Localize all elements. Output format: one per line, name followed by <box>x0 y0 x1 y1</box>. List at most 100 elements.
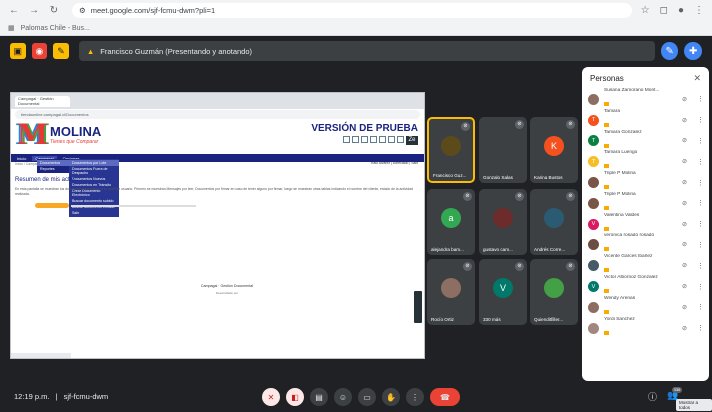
mic-muted-icon[interactable]: ⊘ <box>682 158 692 165</box>
person-info: Tamara Luengo <box>604 150 677 173</box>
hand-badge-icon <box>604 164 609 169</box>
site-info-icon[interactable]: ⚙ <box>79 6 86 15</box>
more-options-icon[interactable]: ⋮ <box>697 303 704 311</box>
submenu-item[interactable]: Documentos Fuera de Despacho <box>69 166 119 176</box>
mic-muted-icon[interactable]: ⊘ <box>682 179 692 186</box>
mic-muted-icon[interactable]: ⊘ <box>682 325 692 332</box>
yellow-action-button[interactable] <box>35 203 69 208</box>
forward-icon[interactable]: → <box>28 4 40 16</box>
dropdown-reportes[interactable]: Reportes <box>37 166 69 172</box>
more-options-icon[interactable]: ⋮ <box>697 262 704 270</box>
mic-muted-icon[interactable]: ⊘ <box>682 200 692 207</box>
person-name: veronica rosado rosado <box>604 233 655 239</box>
mic-off-icon[interactable]: ✕ <box>262 388 280 406</box>
more-options-icon[interactable]: ⋮ <box>697 283 704 291</box>
back-icon[interactable]: ← <box>8 4 20 16</box>
record-icon[interactable]: ◉ <box>31 43 48 59</box>
side-tools-widget[interactable] <box>414 291 422 323</box>
captions-icon[interactable]: ▤ <box>310 388 328 406</box>
person-row[interactable]: Yordi Sanchez ⊘ ⋮ <box>582 317 709 340</box>
person-info: Yordi Sanchez <box>604 317 677 340</box>
participant-tile[interactable]: ⊘ Andrés Corre... <box>530 189 578 255</box>
more-options-icon[interactable]: ⋮ <box>697 116 704 124</box>
doc-icon[interactable] <box>361 136 368 143</box>
present-icon[interactable]: ▭ <box>358 388 376 406</box>
bookmark-star-icon[interactable]: ☆ <box>641 5 650 16</box>
doc-icon[interactable] <box>397 136 404 143</box>
menu-inicio[interactable]: Inicio <box>17 156 26 161</box>
more-options-icon[interactable]: ⋮ <box>697 199 704 207</box>
muted-mic-icon: ⊘ <box>566 120 575 129</box>
pen-tool-icon[interactable]: ✎ <box>660 42 679 60</box>
shared-browser-tabs: Campagal · Gestión Documental <box>11 93 424 109</box>
doc-icon[interactable] <box>370 136 377 143</box>
person-row[interactable]: V Valentina Valdes ⊘ ⋮ <box>582 213 709 235</box>
mic-muted-icon[interactable]: ⊘ <box>682 262 692 269</box>
participant-tile[interactable]: ⊘ Francisco Guz... <box>427 117 475 183</box>
person-row[interactable]: T Tamara ⊘ ⋮ <box>582 109 709 131</box>
more-options-icon[interactable]: ⋮ <box>697 95 704 103</box>
participant-tile[interactable]: ⊘ Quienditfiller... <box>530 259 578 325</box>
participant-tile[interactable]: V ⊘ 330 más <box>479 259 527 325</box>
participant-tile[interactable]: K ⊘ Karina Bustos <box>530 117 578 183</box>
doc-icon[interactable] <box>388 136 395 143</box>
raise-hand-icon[interactable]: ✋ <box>382 388 400 406</box>
add-icon[interactable]: ✚ <box>684 42 702 60</box>
person-row[interactable]: Wendy Arenas ⊘ ⋮ <box>582 296 709 318</box>
mic-muted-icon[interactable]: ⊘ <box>682 221 692 228</box>
bookmark-palomas[interactable]: Palomas Chile - Bus... <box>21 25 90 32</box>
ze-badge[interactable]: Ze <box>406 136 418 145</box>
participant-tile[interactable]: a ⊘ alejandra bam... <box>427 189 475 255</box>
doc-icon[interactable] <box>352 136 359 143</box>
person-row[interactable]: Triple P Molina ⊘ ⋮ <box>582 192 709 214</box>
extensions-icon[interactable]: ◻ <box>660 5 668 16</box>
submenu-item[interactable]: Salir <box>69 210 119 216</box>
more-options-icon[interactable]: ⋮ <box>697 137 704 145</box>
emoji-icon[interactable]: ☺ <box>334 388 352 406</box>
mic-muted-icon[interactable]: ⊘ <box>682 304 692 311</box>
apps-icon[interactable]: ▦ <box>8 24 15 32</box>
more-options-icon[interactable]: ⋮ <box>697 158 704 166</box>
person-row[interactable]: V Victor Albornoz Gonzalez ⊘ ⋮ <box>582 275 709 297</box>
person-avatar: V <box>588 218 599 230</box>
person-avatar <box>588 322 599 334</box>
participant-tile[interactable]: ⊘ Gonzalo Salas <box>479 117 527 183</box>
person-row[interactable]: T Tamara Gonzalez ⊘ ⋮ <box>582 130 709 152</box>
more-options-icon[interactable]: ⋮ <box>697 324 704 332</box>
person-row[interactable]: Susana Zamorano Mont... ⊘ ⋮ <box>582 88 709 110</box>
address-bar[interactable]: ⚙ meet.google.com/sjf-fcmu-dwm?pli=1 <box>72 2 632 18</box>
participant-tile[interactable]: ⊘ gustavo cam... <box>479 189 527 255</box>
mic-muted-icon[interactable]: ⊘ <box>682 241 692 248</box>
person-avatar: T <box>588 156 599 168</box>
leave-call-icon[interactable]: ☎ <box>430 388 460 406</box>
more-options-icon[interactable]: ⋮ <box>406 388 424 406</box>
person-row[interactable]: Triple P Molina ⊘ ⋮ <box>582 171 709 193</box>
mic-muted-icon[interactable]: ⊘ <box>682 283 692 290</box>
doc-icon[interactable] <box>343 136 350 143</box>
doc-icon[interactable] <box>379 136 386 143</box>
footer-subtitle: Desarrollado por <box>215 291 239 295</box>
more-options-icon[interactable]: ⋮ <box>697 220 704 228</box>
annotate-icon[interactable]: ✎ <box>53 43 69 59</box>
menu-icon[interactable]: ⋮ <box>694 5 704 16</box>
participant-tile[interactable]: ⊘ Rocío Ortiz <box>427 259 475 325</box>
more-options-icon[interactable]: ⋮ <box>697 179 704 187</box>
mic-muted-icon[interactable]: ⊘ <box>682 137 692 144</box>
participant-name: Gonzalo Salas <box>483 175 513 180</box>
person-row[interactable]: Vicente Garces Ibañez ⊘ ⋮ <box>582 254 709 276</box>
participant-name: Andrés Corre... <box>534 247 566 252</box>
reload-icon[interactable]: ↻ <box>48 4 60 16</box>
screen-share-icon[interactable]: ▣ <box>10 43 26 59</box>
person-row[interactable]: veronica rosado rosado ⊘ ⋮ <box>582 233 709 256</box>
info-icon[interactable]: ⓘ <box>648 390 657 403</box>
clock-time: 12:19 p.m. <box>14 392 50 401</box>
hand-badge-icon <box>604 247 609 252</box>
person-row[interactable]: T Tamara Luengo ⊘ ⋮ <box>582 150 709 173</box>
mic-muted-icon[interactable]: ⊘ <box>682 96 692 103</box>
more-options-icon[interactable]: ⋮ <box>697 241 704 249</box>
person-avatar <box>588 177 599 189</box>
camera-off-icon[interactable]: ◧ <box>286 388 304 406</box>
mic-muted-icon[interactable]: ⊘ <box>682 117 692 124</box>
close-icon[interactable]: ✕ <box>693 73 701 84</box>
profile-icon[interactable]: ● <box>678 5 684 16</box>
